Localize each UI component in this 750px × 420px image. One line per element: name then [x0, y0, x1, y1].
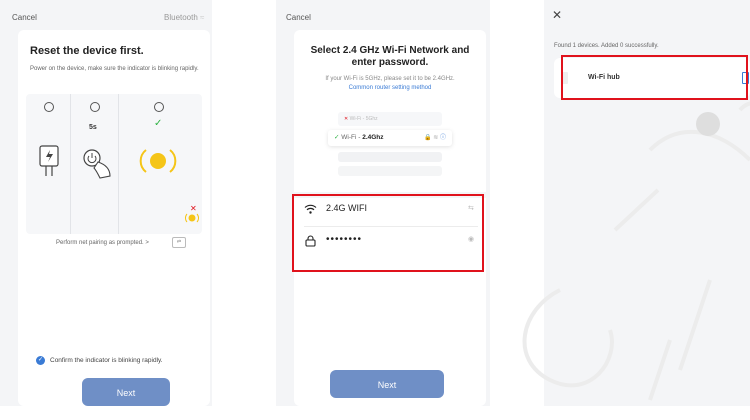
info-icon: ⓘ [439, 135, 446, 141]
found-devices-status: Found 1 devices. Added 0 successfully. [554, 43, 659, 49]
next-button[interactable]: Next [82, 378, 170, 406]
illus-placeholder-row [338, 166, 442, 176]
screen-reset-device: Cancel Bluetooth ≈ Reset the device firs… [0, 0, 212, 406]
wifi-illustration: ✕ Wi-Fi - 5Ghz ✓ Wi-Fi - 2.4Ghz 🔒 ≋ ⓘ [328, 112, 452, 190]
highlight-box [292, 194, 484, 272]
step-1-icon [44, 102, 54, 112]
power-plug-icon [38, 144, 60, 178]
step-duration: 5s [89, 124, 97, 131]
screen-found-devices: ✕ Found 1 devices. Added 0 successfully.… [544, 0, 750, 406]
bluetooth-label[interactable]: Bluetooth ≈ [164, 13, 204, 22]
illus-wifi-status-icons: 🔒 ≋ ⓘ [424, 135, 446, 141]
illus-24g-row: ✓ Wi-Fi - 2.4Ghz 🔒 ≋ ⓘ [328, 130, 452, 146]
press-button-icon [80, 146, 114, 180]
illus-placeholder-row [338, 152, 442, 162]
illus-5g-row: ✕ Wi-Fi - 5Ghz [338, 112, 442, 126]
router-setting-link[interactable]: Common router setting method [294, 85, 486, 91]
confirm-label: Confirm the indicator is blinking rapidl… [50, 357, 163, 364]
step-2-icon [90, 102, 100, 112]
highlight-box [561, 55, 748, 100]
pairing-mode-icon[interactable]: ⇄ [172, 237, 186, 248]
band-hint: If your Wi-Fi is 5GHz, please set it to … [325, 76, 455, 82]
step-3-icon [154, 102, 164, 112]
cancel-link[interactable]: Cancel [12, 13, 37, 22]
illus-5g-label: Wi-Fi - 5Ghz [349, 116, 378, 122]
illus-24g-label: 2.4Ghz [362, 134, 384, 141]
next-button[interactable]: Next [330, 370, 444, 398]
bluetooth-icon: ≈ [200, 13, 205, 22]
page-title: Reset the device first. [30, 45, 144, 57]
pairing-prompt-link[interactable]: Perform net pairing as prompted. > [56, 240, 149, 246]
title-line-2: enter password. [351, 57, 429, 68]
illus-24g-prefix: Wi-Fi - [341, 134, 363, 141]
reset-card: Reset the device first. Power on the dev… [18, 30, 210, 406]
illus-24g-check-icon: ✓ [334, 134, 340, 141]
page-title: Select 2.4 GHz Wi-Fi Network and enter p… [294, 45, 486, 69]
step-divider [70, 94, 71, 234]
screen-wifi-select: Cancel Select 2.4 GHz Wi-Fi Network and … [276, 0, 490, 406]
close-icon[interactable]: ✕ [552, 8, 562, 22]
illus-5g-x-icon: ✕ [344, 116, 349, 122]
reset-description: Power on the device, make sure the indic… [30, 66, 199, 72]
small-indicator-icon [184, 212, 200, 224]
title-line-1: Select 2.4 GHz Wi-Fi Network and [310, 45, 470, 56]
confirm-checkbox[interactable]: ✓ [36, 356, 45, 365]
bluetooth-text: Bluetooth [164, 13, 198, 22]
cancel-link[interactable]: Cancel [286, 13, 311, 22]
reset-illustration: 5s ✓ ✕ [26, 94, 202, 234]
blinking-indicator-icon [138, 144, 178, 178]
check-icon: ✓ [154, 118, 163, 129]
step-divider [118, 94, 119, 234]
